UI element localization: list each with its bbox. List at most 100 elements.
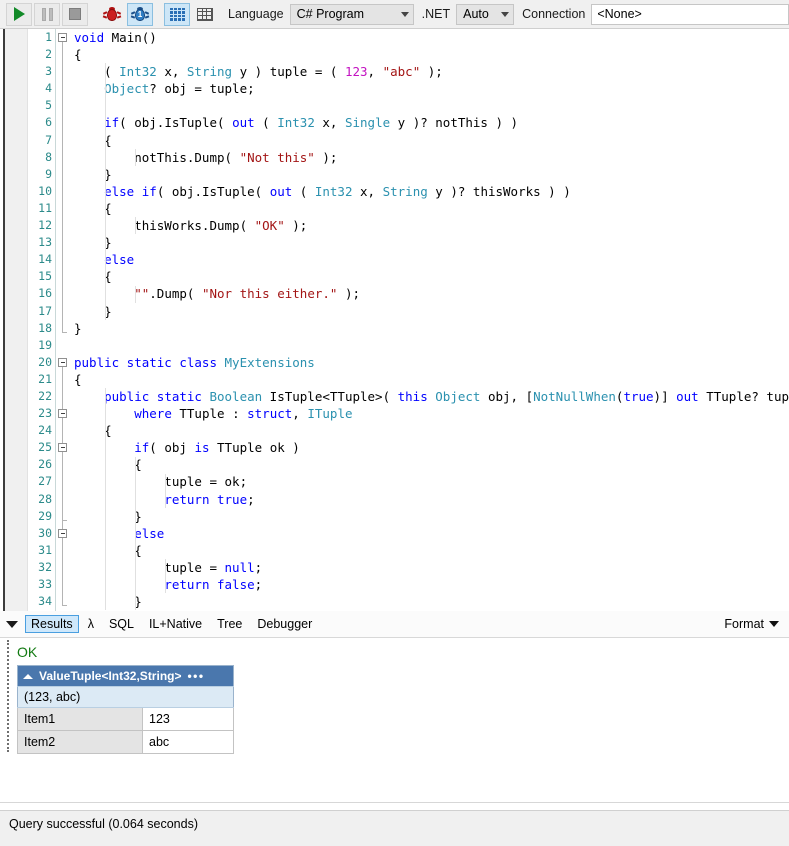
language-select[interactable]: C# Program [289,3,414,25]
code-token: obj, [ [480,388,534,404]
code-line[interactable]: return false; [74,576,789,593]
code-line[interactable]: tuple = ok; [74,473,789,490]
code-line[interactable]: } [74,508,789,525]
results-panel[interactable]: OK ValueTuple<Int32,String> ••• (123, ab… [0,638,789,810]
language-label: Language [228,7,284,21]
code-line[interactable]: if( obj.IsTuple( out ( Int32 x, Single y… [74,114,789,131]
code-token: notThis.Dump( [74,149,240,165]
code-line[interactable]: else [74,525,789,542]
code-line[interactable]: } [74,234,789,251]
tab-sql[interactable]: SQL [103,615,140,633]
code-token: ); [314,149,338,165]
code-line[interactable]: if( obj is TTuple ok ) [74,439,789,456]
net-version-select[interactable]: Auto [456,3,515,25]
code-line[interactable]: ( Int32 x, String y ) tuple = ( 123, "ab… [74,63,789,80]
code-line[interactable]: else if( obj.IsTuple( out ( Int32 x, Str… [74,183,789,200]
debug-stop-button[interactable] [99,3,125,26]
fold-toggle-icon[interactable] [58,409,67,419]
code-line[interactable]: else [74,251,789,268]
code-token: .Dump( [149,286,202,302]
code-token: } [74,594,142,610]
code-line[interactable]: { [74,422,789,439]
code-token: Main() [111,30,157,45]
code-line[interactable]: { [74,268,789,285]
code-token: Boolean [209,388,263,404]
code-token: ( obj.IsTuple( [119,115,233,131]
code-line[interactable]: notThis.Dump( "Not this" ); [74,149,789,166]
connection-select[interactable]: <None> [591,3,789,25]
table-header-cell[interactable]: ValueTuple<Int32,String> ••• [17,665,234,687]
line-number: 1 [45,30,52,44]
tab-debugger[interactable]: Debugger [251,615,318,633]
code-line[interactable] [74,97,789,114]
code-line[interactable] [74,337,789,354]
run-button[interactable] [6,2,32,26]
code-token: ; [247,491,255,507]
code-token: TTuple? tuple ) [706,388,789,404]
tab-lambda[interactable]: λ [82,615,100,633]
line-number: 3 [45,64,52,79]
code-line[interactable]: { [74,371,789,388]
code-line[interactable]: } [74,303,789,320]
results-list-button[interactable] [164,2,190,26]
code-line[interactable]: "".Dump( "Nor this either." ); [74,285,789,302]
code-token: "" [134,286,150,302]
status-separator [0,802,789,803]
code-line[interactable]: { [74,132,789,149]
code-line[interactable]: public static class MyExtensions [74,354,789,371]
table-summary-row: (123, abc) [17,686,234,708]
results-table-button[interactable] [192,3,218,26]
code-line[interactable]: Object? obj = tuple; [74,80,789,97]
code-line[interactable]: { [74,200,789,217]
code-line[interactable]: tuple = null; [74,559,789,576]
code-line[interactable]: where TTuple : struct, ITuple [74,405,789,422]
code-line[interactable]: } [74,320,789,337]
stop-button[interactable] [62,2,88,26]
format-button[interactable]: Format [724,617,779,631]
code-token: return false [164,577,255,592]
code-line[interactable]: { [74,456,789,473]
fold-toggle-icon[interactable] [58,33,67,42]
code-editor[interactable]: 1 2 3 4 5 6 7 8 9 10 11 12 13 14 15 16 17 18 19 20 21 22 23 24 2… [0,29,789,611]
table-menu-dots-icon[interactable]: ••• [187,669,204,683]
code-token: )] [653,388,677,404]
tab-results[interactable]: Results [25,615,79,633]
code-line[interactable]: thisWorks.Dump( "OK" ); [74,217,789,234]
code-token: out [676,388,699,404]
row-label-item1: Item1 [17,707,143,731]
code-line[interactable]: { [74,542,789,559]
fold-toggle-icon[interactable] [58,443,67,453]
fold-toggle-icon[interactable] [58,357,67,367]
indent-guide [135,217,137,235]
table-row: Item2 abc [17,730,234,754]
line-number: 23 [38,406,52,421]
code-token: TTuple : [171,406,248,422]
code-token: y )? notThis ) ) [390,115,519,131]
pause-button[interactable] [34,2,60,26]
code-line[interactable]: } [74,166,789,183]
fold-toggle-icon[interactable] [58,528,67,538]
code-token: MyExtensions [224,354,315,370]
line-number: 17 [38,303,52,318]
code-line[interactable]: { [74,46,789,63]
caret-up-icon[interactable] [23,673,33,679]
debug-step-button[interactable]: 1 [127,2,153,26]
tab-il-native[interactable]: IL+Native [143,615,208,633]
code-folding-gutter[interactable] [56,29,72,611]
code-line[interactable]: public static Boolean IsTuple<TTuple>( t… [74,388,789,405]
code-token: Single [344,115,391,131]
code-text-area[interactable]: void Main(){ ( Int32 x, String y ) tuple… [72,29,789,611]
code-token: String [186,64,233,80]
code-line[interactable]: void Main() [74,29,789,46]
line-number: 30 [38,525,52,540]
row-label-item2: Item2 [17,730,143,754]
breakpoint-gutter[interactable] [5,29,28,611]
code-token: ; [254,577,263,592]
code-line[interactable]: } [74,593,789,610]
triangle-down-icon[interactable] [6,620,18,628]
tab-tree[interactable]: Tree [211,615,248,633]
line-number: 31 [38,542,52,557]
code-line[interactable]: return true; [74,491,789,508]
fold-guide-line [62,537,63,607]
code-token: TTuple ok ) [209,440,300,456]
